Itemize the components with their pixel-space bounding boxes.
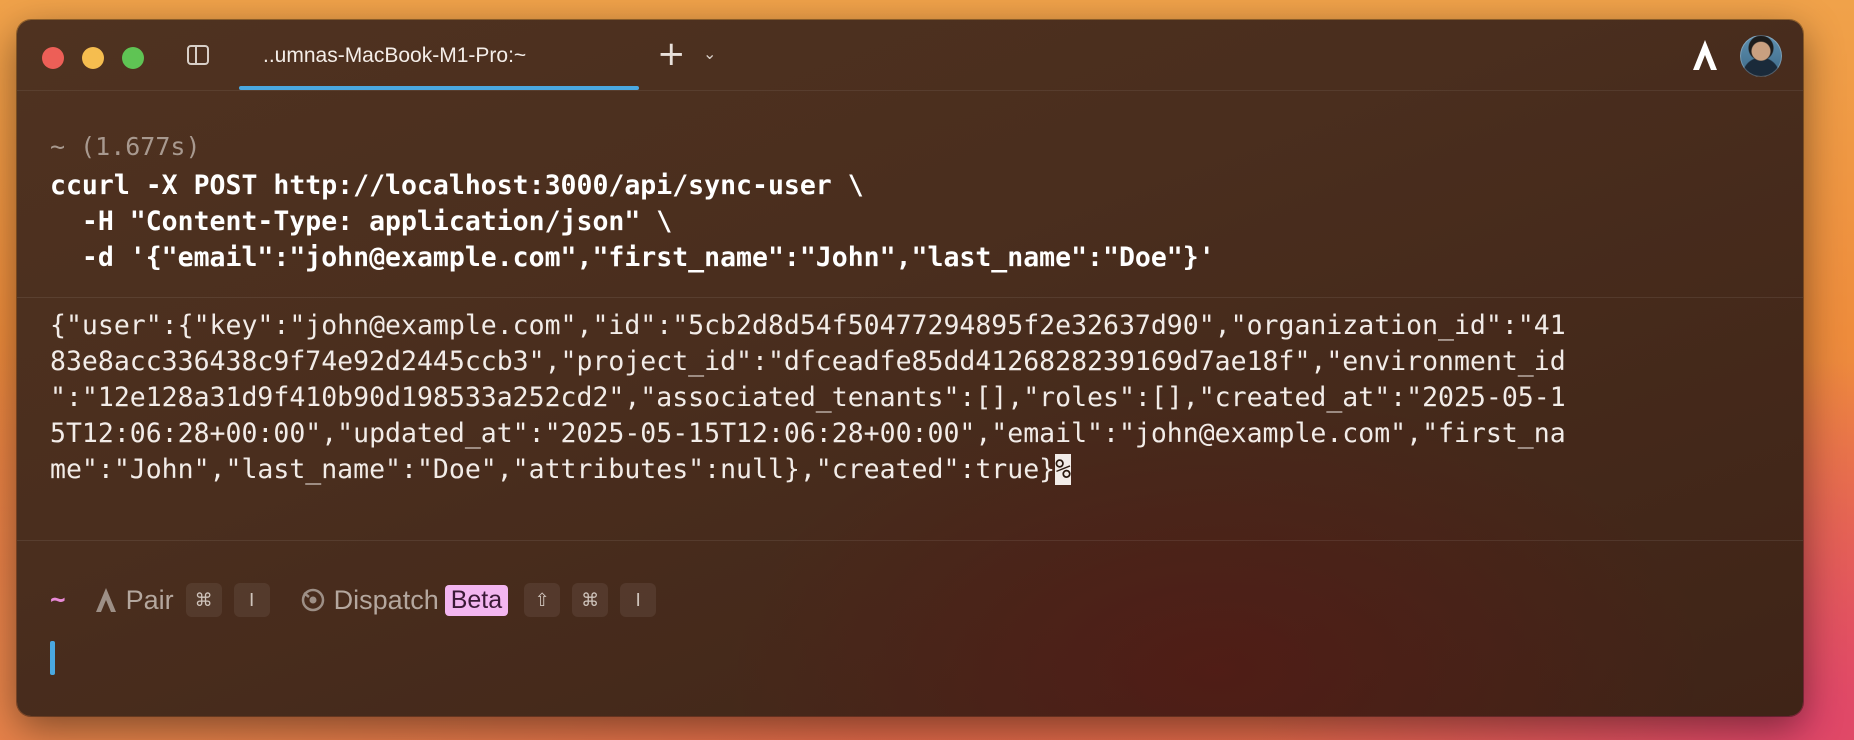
command-line: -H "Content-Type: application/json" \: [50, 206, 673, 237]
title-bar: ..umnas-MacBook-M1-Pro:~ + ⌄: [17, 20, 1803, 91]
keycap-i: I: [620, 583, 657, 617]
pair-mode-button[interactable]: Pair ⌘ I: [94, 583, 270, 617]
keycap-cmd: ⌘: [572, 583, 609, 617]
dispatch-icon: [301, 588, 324, 612]
zoom-window-button[interactable]: [122, 47, 144, 69]
tab-terminal[interactable]: ..umnas-MacBook-M1-Pro:~: [239, 20, 639, 90]
output-line: me":"John","last_name":"Doe","attributes…: [50, 452, 1790, 488]
terminal-window: ..umnas-MacBook-M1-Pro:~ + ⌄ ~ (1.677s) …: [17, 20, 1803, 716]
command-line: -d '{"email":"john@example.com","first_n…: [50, 242, 1215, 273]
input-divider: [17, 540, 1803, 541]
block-divider: [17, 297, 1803, 298]
active-tab-indicator: [239, 86, 639, 90]
dispatch-mode-button[interactable]: Dispatch Beta ⇧ ⌘ I: [300, 583, 657, 617]
warp-pair-icon: [95, 588, 116, 612]
plus-icon[interactable]: +: [657, 37, 686, 71]
command-text[interactable]: ccurl -X POST http://localhost:3000/api/…: [50, 168, 1215, 276]
minimize-window-button[interactable]: [82, 47, 104, 69]
keycap-i: I: [233, 583, 270, 617]
prompt-directory: ~: [50, 585, 66, 615]
chevron-down-icon[interactable]: ⌄: [703, 44, 716, 63]
sidebar-toggle-icon[interactable]: [187, 45, 209, 65]
output-line: {"user":{"key":"john@example.com","id":"…: [50, 310, 1566, 341]
dispatch-label: Dispatch: [333, 584, 439, 615]
tab-title: ..umnas-MacBook-M1-Pro:~: [263, 44, 527, 67]
keycap-cmd: ⌘: [185, 583, 222, 617]
user-avatar[interactable]: [1740, 35, 1782, 77]
block-duration: ~ (1.677s): [50, 132, 201, 161]
keycap-shift: ⇧: [524, 583, 561, 617]
warp-logo[interactable]: [1690, 38, 1720, 72]
output-line: 83e8acc336438c9f74e92d2445ccb3","project…: [50, 346, 1566, 377]
input-hint-bar: ~ Pair ⌘ I Dispatch Beta ⇧ ⌘ I: [50, 582, 657, 618]
command-output: {"user":{"key":"john@example.com","id":"…: [50, 308, 1790, 488]
no-newline-marker: %: [1055, 454, 1072, 485]
pair-label: Pair: [125, 584, 174, 615]
output-line: ":"12e128a31d9f410b90d198533a252cd2","as…: [50, 382, 1566, 413]
close-window-button[interactable]: [42, 47, 64, 69]
output-line: 5T12:06:28+00:00","updated_at":"2025-05-…: [50, 418, 1566, 449]
output-line-text: me":"John","last_name":"Doe","attributes…: [50, 454, 1056, 485]
command-line: ccurl -X POST http://localhost:3000/api/…: [50, 170, 864, 201]
input-cursor[interactable]: [50, 641, 55, 675]
beta-badge: Beta: [444, 584, 509, 616]
